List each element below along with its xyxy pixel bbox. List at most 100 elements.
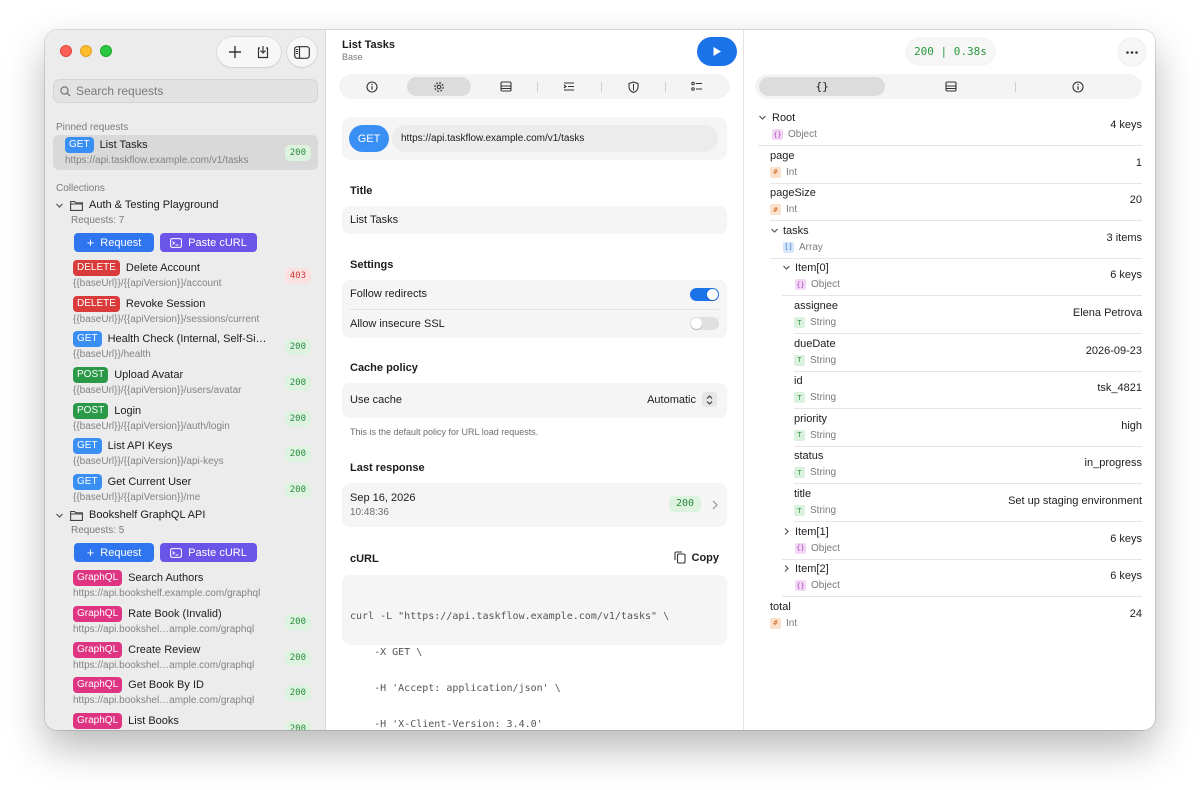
curl-line: curl -L "https://api.taskflow.example.co… [350, 611, 670, 622]
request-item[interactable]: GraphQL List Books 200 [53, 711, 318, 730]
last-response-card[interactable]: Sep 16, 2026 10:48:36 200 [342, 483, 727, 527]
json-key: total [770, 600, 791, 613]
type-badge-icon: T [794, 392, 805, 404]
curl-code-block: curl -L "https://api.taskflow.example.co… [342, 575, 727, 730]
tab-body[interactable] [474, 77, 538, 96]
tab-raw-body[interactable] [888, 77, 1014, 96]
collection-count: Requests: 7 [71, 215, 125, 226]
divider [350, 309, 719, 310]
request-tabs [340, 75, 729, 98]
paste-curl-button[interactable]: Paste cURL [160, 543, 257, 562]
shield-icon [628, 80, 639, 93]
method-badge: GraphQL [73, 642, 123, 658]
insecure-ssl-toggle[interactable] [690, 317, 719, 330]
more-options-button[interactable] [1118, 38, 1146, 66]
json-type: [] Array [783, 241, 823, 253]
status-badge: 200 [284, 685, 311, 701]
request-item[interactable]: DELETE Delete Account {{baseUrl}}/{{apiVe… [53, 258, 318, 293]
request-item[interactable]: GraphQL Get Book By ID https://api.booksh… [53, 675, 318, 710]
search-field[interactable] [53, 79, 318, 103]
json-value: in_progress [1084, 457, 1142, 470]
new-request-label: Request [100, 236, 142, 249]
app-window: Pinned requests GET List Tasks https://a… [45, 30, 1155, 730]
method-selector[interactable]: GET [349, 125, 389, 152]
request-item[interactable]: GraphQL Search Authors https://api.booksh… [53, 568, 318, 603]
tab-auth[interactable] [601, 77, 665, 96]
json-value: 1 [1135, 156, 1142, 169]
chevron-down-icon[interactable] [782, 263, 791, 275]
request-item[interactable]: GraphQL Rate Book (Invalid) https://api.b… [53, 604, 318, 639]
paste-curl-button[interactable]: Paste cURL [160, 233, 257, 252]
sidebar-icon [294, 45, 310, 59]
chevron-down-icon[interactable] [770, 226, 779, 238]
add-request-button[interactable] [221, 38, 249, 66]
collection-count: Requests: 5 [71, 525, 125, 536]
settings-card: Follow redirects Allow insecure SSL [342, 280, 727, 338]
minimize-window-button[interactable] [80, 45, 92, 57]
last-response-time: 10:48:36 [350, 507, 389, 518]
method-badge: POST [73, 367, 109, 383]
chevron-right-icon[interactable] [782, 564, 791, 576]
insecure-ssl-label: Allow insecure SSL [350, 318, 445, 330]
tab-json[interactable]: {} [759, 77, 886, 96]
import-button[interactable] [249, 38, 277, 66]
type-badge-icon: # [770, 166, 781, 178]
toggle-sidebar-button[interactable] [287, 37, 317, 67]
collections-section-label: Collections [56, 183, 105, 194]
method-badge: GET [65, 137, 94, 153]
send-request-button[interactable] [697, 37, 737, 66]
copy-curl-button[interactable]: Copy [673, 551, 719, 564]
follow-redirects-toggle[interactable] [690, 288, 719, 301]
json-node[interactable]: Item[2] {} Object 6 keys [782, 559, 1142, 598]
type-badge-icon: # [770, 617, 781, 629]
request-item[interactable]: POST Login {{baseUrl}}/{{apiVersion}}/aut… [53, 401, 318, 436]
request-item[interactable]: POST Upload Avatar {{baseUrl}}/{{apiVersi… [53, 365, 318, 400]
request-name: Search Authors [128, 572, 204, 584]
chevron-down-icon [56, 203, 63, 208]
json-node[interactable]: Item[0] {} Object 6 keys [782, 258, 1142, 297]
request-item[interactable]: GraphQL Create Review https://api.bookshe… [53, 640, 318, 675]
request-item[interactable]: GET List API Keys {{baseUrl}}/{{apiVersio… [53, 436, 318, 471]
request-item[interactable]: GET Get Current User {{baseUrl}}/{{apiVer… [53, 472, 318, 507]
collection-name: Bookshelf GraphQL API [89, 509, 206, 521]
collection-header[interactable]: Bookshelf GraphQL API [55, 509, 205, 521]
json-type: T String [794, 317, 836, 328]
cache-card: Use cache Automatic [342, 383, 727, 418]
json-node: assignee T String Elena Petrova [794, 296, 1142, 334]
type-badge-icon: T [794, 354, 805, 366]
chevron-down-icon [56, 513, 63, 518]
tab-info[interactable] [340, 77, 404, 96]
chevron-down-icon[interactable] [758, 113, 767, 125]
status-badge: 200 [284, 446, 311, 462]
collection-header[interactable]: Auth & Testing Playground [55, 199, 218, 211]
plus-icon: + [86, 235, 95, 250]
zoom-window-button[interactable] [100, 45, 112, 57]
chevron-right-icon[interactable] [782, 527, 791, 539]
plus-icon: + [86, 545, 95, 560]
title-input[interactable]: List Tasks [342, 206, 727, 234]
json-node[interactable]: Root {} Object 4 keys [758, 108, 1142, 146]
tab-tests[interactable] [665, 77, 729, 96]
search-input[interactable] [76, 84, 296, 98]
json-node[interactable]: Item[1] {} Object 6 keys [782, 522, 1142, 560]
json-node[interactable]: tasks [] Array 3 items [770, 221, 1142, 259]
url-input[interactable]: https://api.taskflow.example.com/v1/task… [392, 125, 718, 152]
tab-params[interactable] [537, 77, 601, 96]
pinned-request-item[interactable]: GET List Tasks https://api.taskflow.exam… [53, 135, 318, 170]
json-value: 3 items [1106, 231, 1142, 244]
tab-response-info[interactable] [1014, 77, 1141, 96]
cache-policy-select[interactable]: Automatic [647, 392, 717, 407]
request-item[interactable]: GET Health Check (Internal, Self-Si… {{ba… [53, 329, 318, 364]
type-badge-icon: {} [772, 129, 783, 140]
request-item[interactable]: DELETE Revoke Session {{baseUrl}}/{{apiVe… [53, 294, 318, 329]
sidebar-toolbar [217, 37, 317, 67]
json-node: dueDate T String 2026-09-23 [794, 334, 1142, 372]
pinned-section-label: Pinned requests [56, 122, 129, 133]
new-request-button[interactable]: + Request [74, 543, 154, 562]
close-window-button[interactable] [60, 45, 72, 57]
json-type: # Int [770, 617, 797, 629]
sidebar-action-group [217, 37, 281, 67]
terminal-icon [170, 547, 183, 558]
new-request-button[interactable]: + Request [74, 233, 154, 252]
tab-settings[interactable] [406, 77, 471, 96]
